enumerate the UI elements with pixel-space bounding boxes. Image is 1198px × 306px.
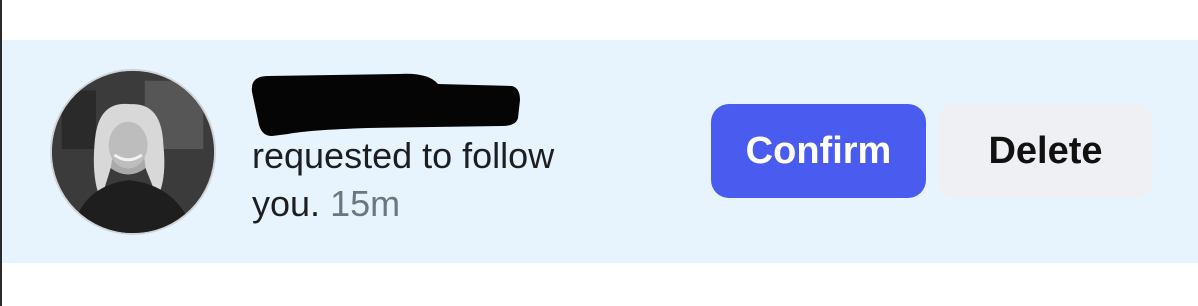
avatar[interactable] <box>50 69 216 235</box>
message-text-line2: you. <box>252 183 321 224</box>
username-redacted-icon[interactable] <box>248 70 522 138</box>
notification-message: requested to follow you. 15m <box>252 132 672 228</box>
confirm-button[interactable]: Confirm <box>711 104 926 198</box>
timestamp: 15m <box>330 183 401 224</box>
profile-photo-icon <box>52 71 214 233</box>
delete-button-label: Delete <box>988 129 1103 172</box>
message-text: requested to follow <box>252 135 555 176</box>
confirm-button-label: Confirm <box>745 129 892 172</box>
follow-request-notification[interactable]: requested to follow you. 15m Confirm Del… <box>2 40 1198 263</box>
delete-button[interactable]: Delete <box>938 104 1153 198</box>
